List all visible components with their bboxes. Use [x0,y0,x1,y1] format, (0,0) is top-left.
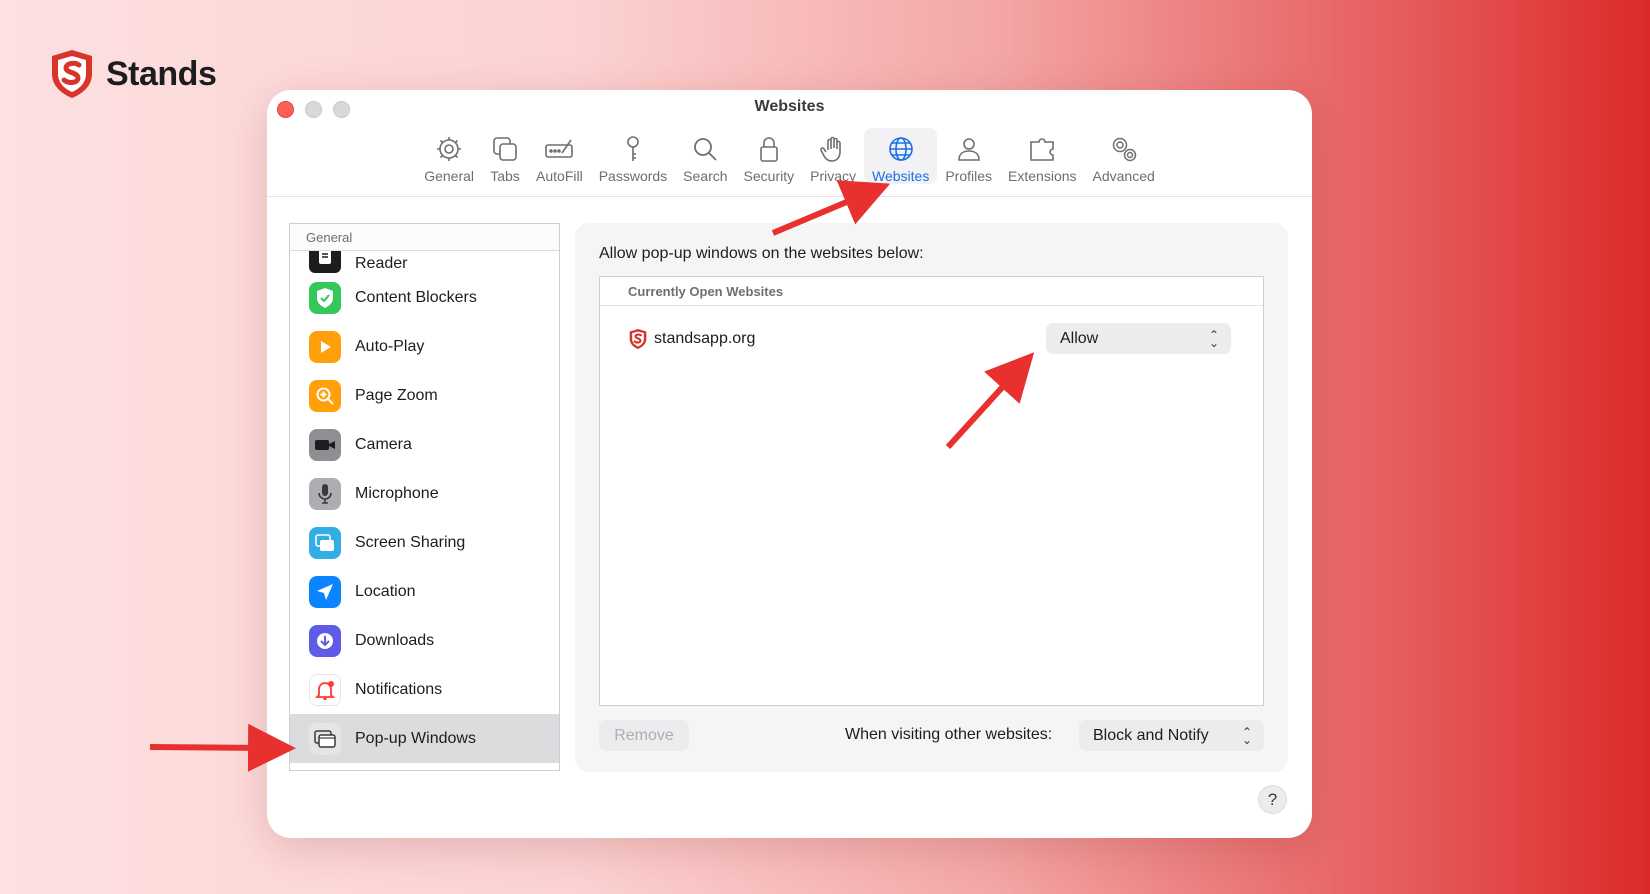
tab-label: Extensions [1008,168,1077,184]
sidebar-item-label: Screen Sharing [355,533,466,551]
key-icon [627,136,639,161]
tab-label: Tabs [490,168,520,184]
tab-advanced[interactable]: Advanced [1085,128,1163,184]
brand-name: Stands [106,54,217,93]
sidebar-item-label: Content Blockers [355,288,477,306]
settings-window: Websites General Tabs AutoFill Passwords… [267,90,1312,838]
description-label: Allow pop-up windows on the websites bel… [599,245,924,262]
sidebar-item-popup-windows[interactable]: Pop-up Windows [290,714,559,763]
tab-label: AutoFill [536,168,583,184]
window-title: Websites [754,98,825,115]
tab-label: Advanced [1092,168,1155,184]
tab-security[interactable]: Security [736,128,803,184]
toolbar-divider [267,196,1312,197]
sidebar-item-location[interactable]: Location [290,567,559,616]
sidebar-item-label: Downloads [355,631,435,649]
puzzle-icon [1030,138,1055,161]
zoom-icon [309,379,341,412]
tab-label: General [424,168,475,184]
gears-icon [1112,137,1136,162]
websites-list: Currently Open Websites standsapp.org Al… [599,276,1264,706]
sidebar: General Reader Content Blockers Auto-Pla… [289,223,560,771]
autofill-icon [545,139,574,158]
sidebar-item-label: Pop-up Windows [355,729,476,747]
tab-label: Privacy [810,168,857,184]
tab-profiles[interactable]: Profiles [937,128,1000,184]
popup-windows-icon [309,722,341,755]
bell-icon [309,673,341,706]
sidebar-item-notifications[interactable]: Notifications [290,665,559,714]
sidebar-item-label: Page Zoom [355,386,438,404]
select-value: Block and Notify [1093,726,1209,744]
stands-favicon-icon [629,329,647,349]
tab-label: Search [683,168,728,184]
remove-button[interactable]: Remove [599,720,689,751]
reader-icon [309,251,341,273]
website-row[interactable]: standsapp.org Allow ⌃ ⌄ [628,323,1238,355]
download-icon [309,624,341,657]
screen-sharing-icon [309,526,341,559]
hand-icon [820,136,841,162]
website-name: standsapp.org [654,330,756,347]
tab-label: Profiles [945,168,993,184]
camera-icon [309,428,341,461]
tab-websites[interactable]: Websites [864,128,938,184]
websites-content-panel: Allow pop-up windows on the websites bel… [575,223,1288,772]
stands-logo-icon [52,50,92,98]
gear-icon [437,137,462,161]
lock-icon [760,137,778,162]
brand-logo: Stands [48,48,217,100]
chevron-updown-icon: ⌃ ⌄ [1208,327,1219,350]
play-icon [309,330,341,363]
sidebar-item-label: Notifications [355,680,443,698]
sidebar-item-page-zoom[interactable]: Page Zoom [290,371,559,420]
tab-search[interactable]: Search [675,128,735,184]
sidebar-item-reader[interactable]: Reader [290,251,559,273]
tab-label: Passwords [598,168,668,184]
sidebar-item-label: Reader [355,255,408,272]
preferences-toolbar: General Tabs AutoFill Passwords Search S… [267,128,1312,188]
tab-privacy[interactable]: Privacy [802,128,864,184]
tab-general[interactable]: General [416,128,482,184]
microphone-icon [309,477,341,510]
arrow-to-popup-windows [149,723,296,772]
location-icon [309,575,341,608]
sidebar-item-label: Location [355,582,416,600]
sidebar-item-microphone[interactable]: Microphone [290,469,559,518]
select-value: Allow [1060,329,1099,347]
other-websites-select[interactable]: Block and Notify ⌃ ⌄ [1079,720,1264,751]
tab-label: Websites [872,168,930,184]
magnifier-icon [694,138,717,161]
globe-icon [888,137,913,161]
help-button[interactable]: ? [1258,785,1287,814]
tab-label: Security [743,168,795,184]
person-icon [957,138,980,161]
sidebar-item-screen-sharing[interactable]: Screen Sharing [290,518,559,567]
sidebar-item-label: Camera [355,435,412,453]
sidebar-item-camera[interactable]: Camera [290,420,559,469]
website-permission-select[interactable]: Allow ⌃ ⌄ [1046,323,1231,354]
other-websites-label: When visiting other websites: [845,726,1053,743]
tab-passwords[interactable]: Passwords [591,128,675,184]
sidebar-item-label: Auto-Play [355,337,425,355]
sidebar-item-auto-play[interactable]: Auto-Play [290,322,559,371]
tabs-icon [493,137,517,161]
list-header: Currently Open Websites [600,277,1263,306]
sidebar-item-label: Microphone [355,484,439,502]
tab-autofill[interactable]: AutoFill [528,128,591,184]
tab-tabs[interactable]: Tabs [482,128,528,184]
shield-check-icon [309,281,341,314]
chevron-updown-icon: ⌃ ⌄ [1241,724,1252,747]
tab-extensions[interactable]: Extensions [1000,128,1084,184]
sidebar-header: General [290,224,559,251]
sidebar-item-content-blockers[interactable]: Content Blockers [290,273,559,322]
sidebar-item-downloads[interactable]: Downloads [290,616,559,665]
